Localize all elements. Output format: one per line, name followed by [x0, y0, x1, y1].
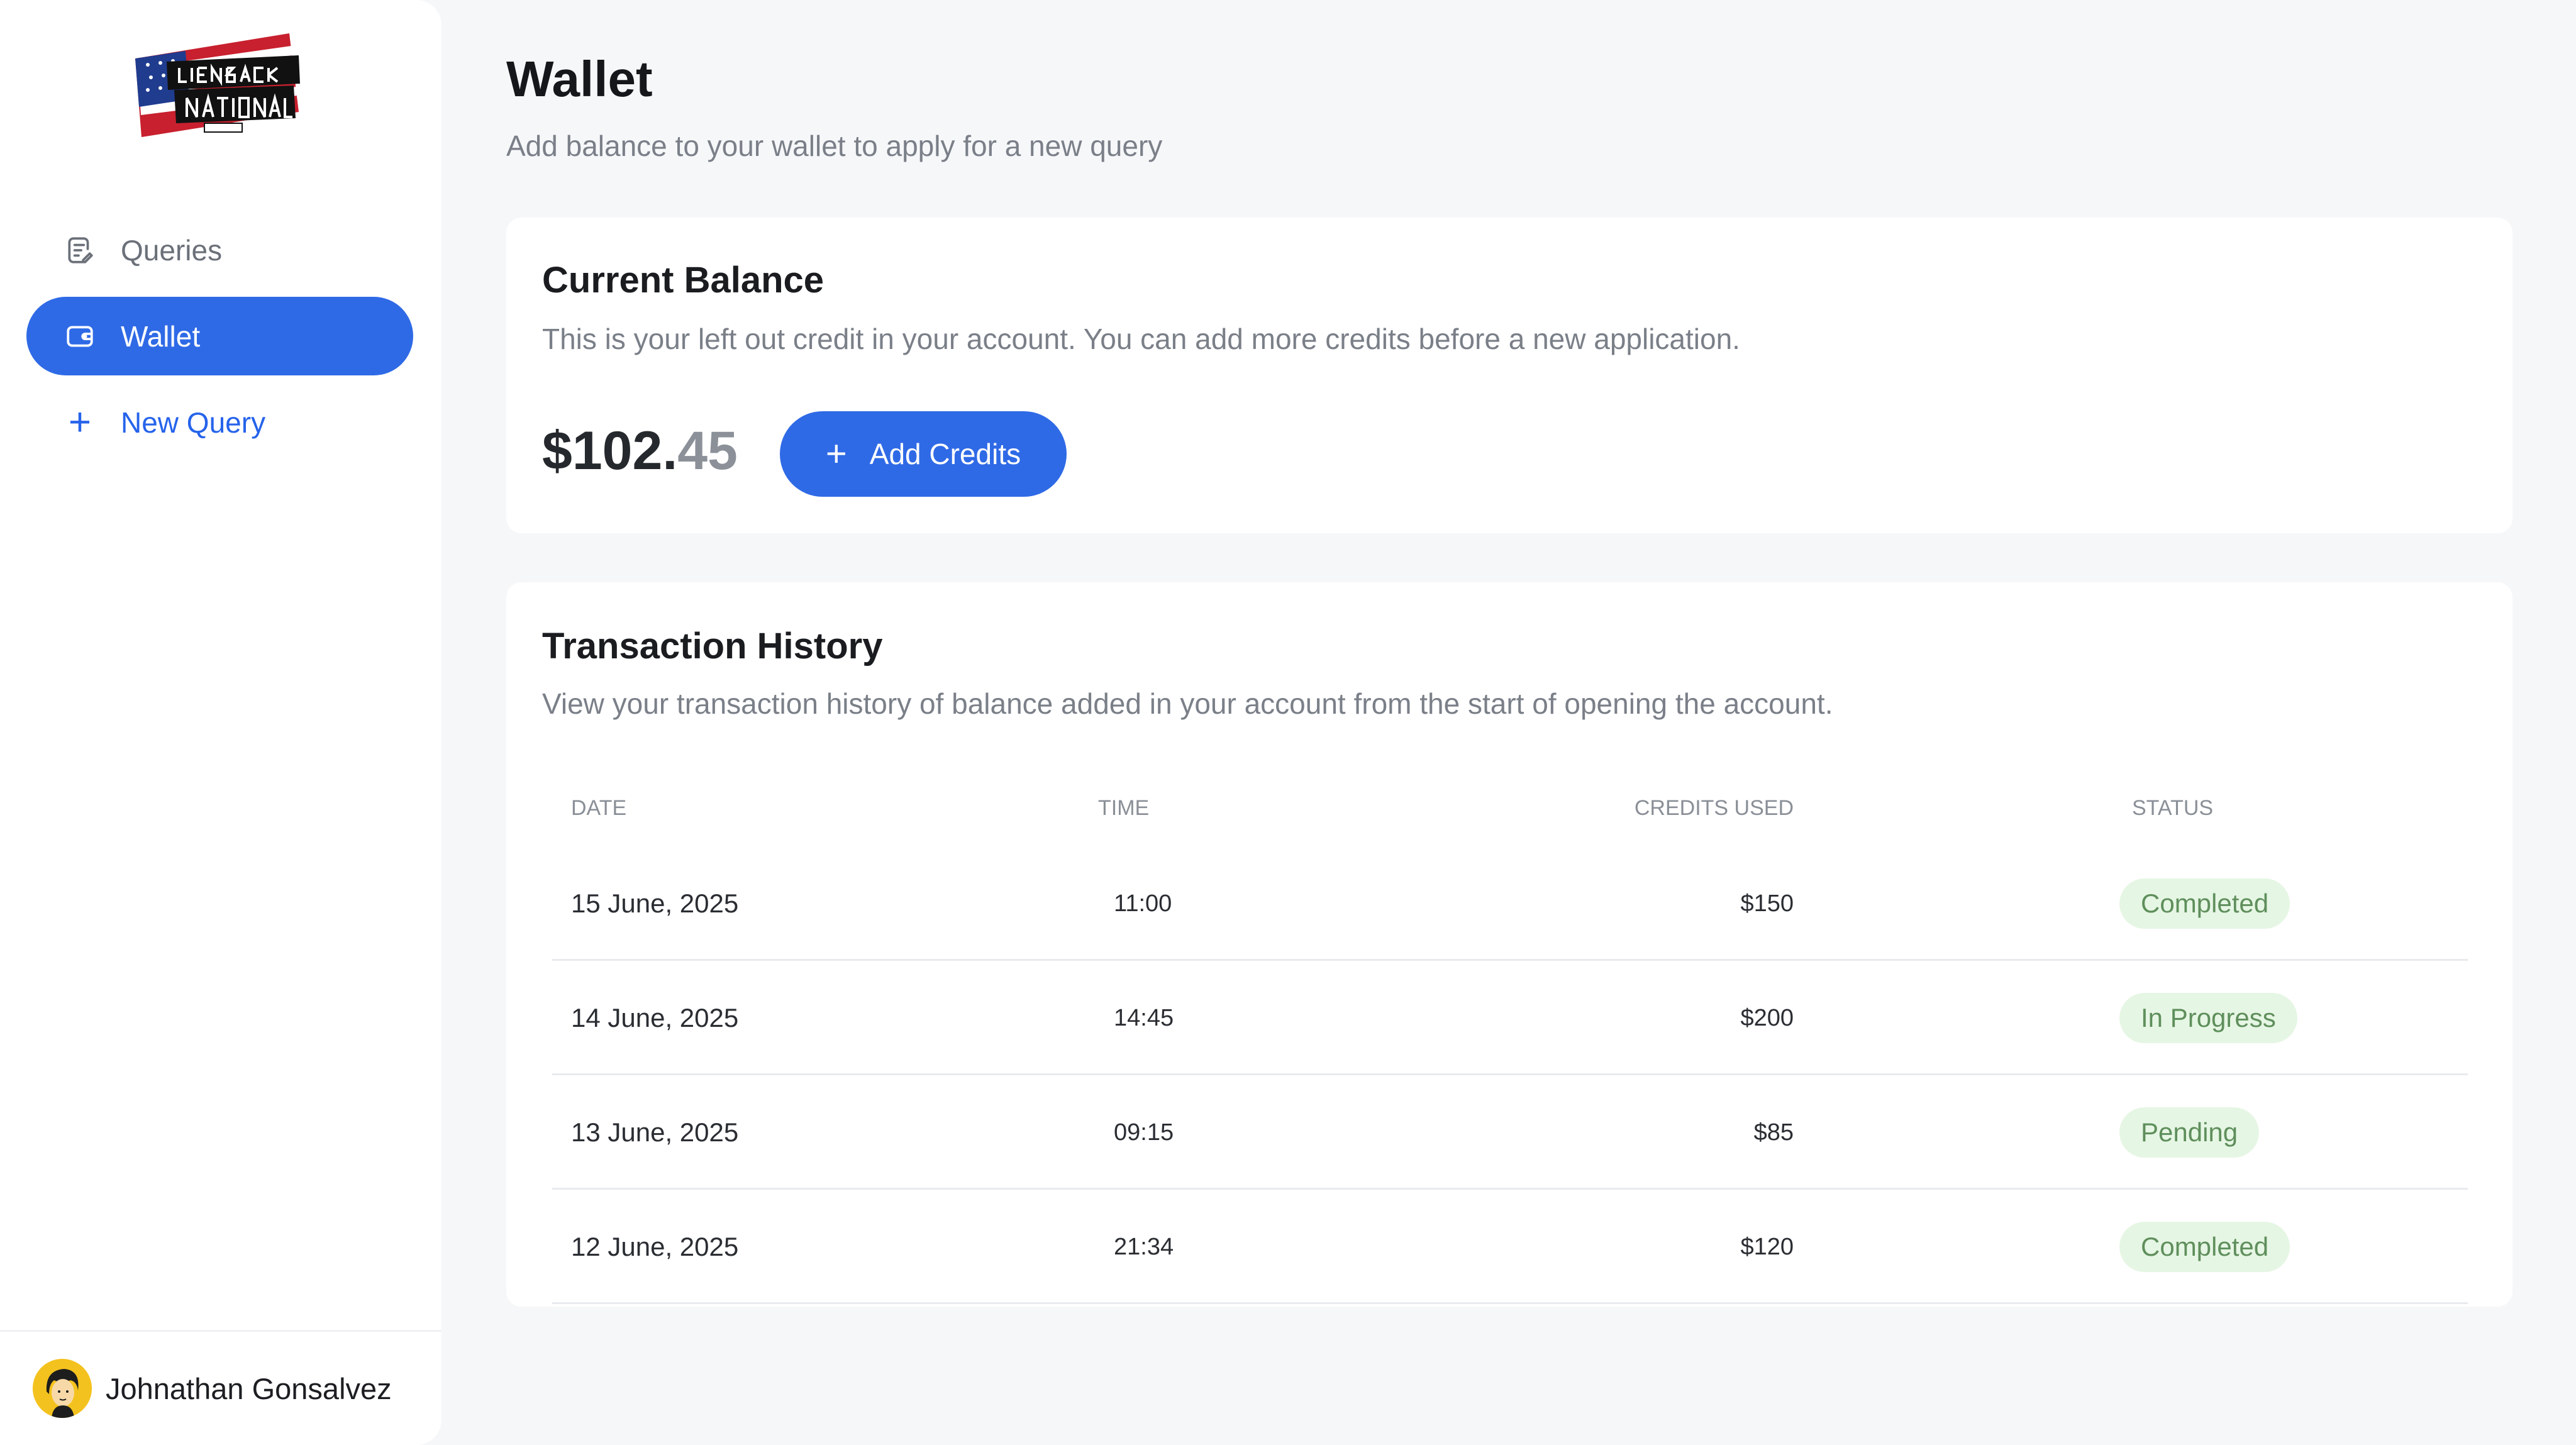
- cell-date: 14 June, 2025: [571, 1003, 739, 1033]
- cell-time: 14:45: [1114, 1004, 1174, 1031]
- card-title: Transaction History: [542, 626, 883, 667]
- user-profile[interactable]: Johnathan Gonsalvez: [0, 1330, 441, 1445]
- card-description: View your transaction history of balance…: [542, 687, 1833, 720]
- sidebar-item-wallet[interactable]: Wallet: [26, 297, 413, 375]
- sidebar-item-new-query[interactable]: + New Query: [26, 383, 413, 462]
- column-header-status[interactable]: STATUS: [2132, 796, 2213, 821]
- balance-amount-main: $102.: [542, 421, 678, 481]
- sidebar-nav: Queries Wallet + New Query: [26, 211, 413, 469]
- user-name: Johnathan Gonsalvez: [106, 1371, 392, 1405]
- sidebar: Queries Wallet + New Query Johnathan Gon…: [0, 0, 441, 1445]
- transaction-history-card: Transaction History View your transactio…: [506, 582, 2512, 1307]
- cell-time: 21:34: [1114, 1233, 1174, 1260]
- table-row[interactable]: 13 June, 2025 09:15 $85 Pending: [552, 1075, 2468, 1190]
- cell-time: 09:15: [1114, 1119, 1174, 1146]
- status-cell: Pending: [2119, 1075, 2260, 1190]
- status-badge: Completed: [2119, 1222, 2290, 1272]
- page-title: Wallet: [506, 51, 653, 107]
- sidebar-item-label: New Query: [121, 406, 266, 439]
- plus-icon: +: [68, 400, 92, 444]
- balance-amount-cents: 45: [677, 421, 738, 481]
- table-row[interactable]: 15 June, 2025 11:00 $150 Completed: [552, 846, 2468, 961]
- table-header: DATE TIME CREDITS USED STATUS: [552, 771, 2468, 846]
- card-title: Current Balance: [542, 260, 824, 301]
- status-cell: In Progress: [2119, 961, 2297, 1075]
- balance-amount: $102.45: [542, 420, 738, 482]
- wallet-icon: [63, 319, 97, 353]
- cell-credits: $200: [1740, 1004, 1794, 1031]
- add-credits-label: Add Credits: [869, 438, 1021, 470]
- transactions-table: DATE TIME CREDITS USED STATUS 15 June, 2…: [552, 771, 2468, 1304]
- table-row[interactable]: 12 June, 2025 21:34 $120 Completed: [552, 1190, 2468, 1304]
- status-cell: Completed: [2119, 1190, 2290, 1304]
- cell-date: 13 June, 2025: [571, 1117, 739, 1147]
- cell-date: 15 June, 2025: [571, 889, 739, 918]
- sidebar-item-queries[interactable]: Queries: [26, 211, 413, 289]
- status-badge: In Progress: [2119, 993, 2297, 1043]
- cell-time: 11:00: [1114, 890, 1172, 917]
- status-cell: Completed: [2119, 846, 2290, 961]
- company-logo[interactable]: [129, 30, 308, 140]
- column-header-date[interactable]: DATE: [571, 796, 626, 821]
- sidebar-item-label: Wallet: [121, 319, 201, 353]
- status-badge: Completed: [2119, 878, 2290, 929]
- cell-date: 12 June, 2025: [571, 1232, 739, 1261]
- document-edit-icon: [63, 233, 97, 267]
- column-header-credits-used[interactable]: CREDITS USED: [1635, 796, 1794, 821]
- current-balance-card: Current Balance This is your left out cr…: [506, 218, 2512, 533]
- add-credits-button[interactable]: + Add Credits: [780, 411, 1067, 497]
- card-description: This is your left out credit in your acc…: [542, 323, 1740, 355]
- column-header-time[interactable]: TIME: [1098, 796, 1149, 821]
- cell-credits: $150: [1740, 890, 1794, 917]
- cell-credits: $120: [1740, 1233, 1794, 1260]
- page-subtitle: Add balance to your wallet to apply for …: [506, 130, 1163, 162]
- status-badge: Pending: [2119, 1107, 2260, 1158]
- sidebar-item-label: Queries: [121, 233, 223, 267]
- plus-icon: +: [825, 433, 847, 474]
- table-row[interactable]: 14 June, 2025 14:45 $200 In Progress: [552, 961, 2468, 1075]
- cell-credits: $85: [1753, 1119, 1794, 1146]
- avatar: [33, 1359, 92, 1418]
